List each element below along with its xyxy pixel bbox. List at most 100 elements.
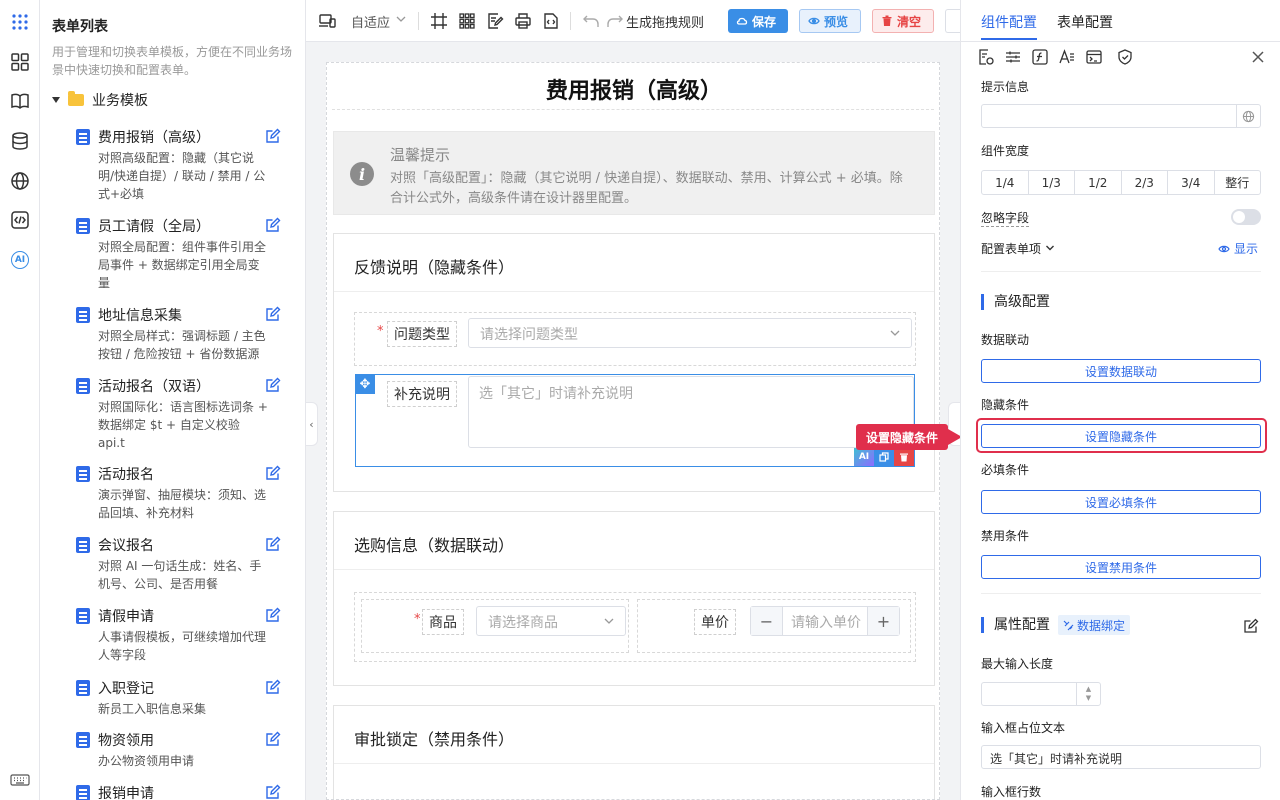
- list-item-desc: 对照高级配置：隐藏（其它说明/快递自提）/ 联动 / 禁用 / 公式+必填: [98, 151, 266, 201]
- grid-col-product[interactable]: * 商品 请选择商品: [361, 599, 629, 653]
- book-icon[interactable]: [8, 89, 32, 113]
- edit-icon[interactable]: [265, 217, 281, 233]
- edit-icon[interactable]: [1243, 618, 1259, 634]
- print-icon[interactable]: [514, 12, 532, 30]
- database-icon[interactable]: [8, 129, 32, 153]
- document-icon: [76, 608, 90, 624]
- components-icon[interactable]: [8, 50, 32, 74]
- ai-assist-button[interactable]: AI: [854, 448, 874, 466]
- generate-drag-rules-button[interactable]: 生成拖拽规则: [626, 12, 704, 31]
- close-icon[interactable]: [1249, 48, 1267, 66]
- placeholder-text-label: 输入框占位文本: [981, 721, 1066, 735]
- field-extra-notes-selected[interactable]: ✥ 补充说明 选「其它」时请补充说明 AI: [355, 374, 915, 467]
- device-icon[interactable]: [318, 12, 336, 30]
- undo-icon[interactable]: [582, 12, 600, 30]
- group-business-templates[interactable]: 业务模板: [52, 90, 148, 110]
- ai-icon[interactable]: AI: [11, 251, 29, 269]
- ignore-field-toggle[interactable]: [1231, 209, 1261, 225]
- edit-icon[interactable]: [265, 465, 281, 481]
- function-icon[interactable]: [1031, 48, 1049, 66]
- extra-notes-textarea[interactable]: 选「其它」时请补充说明: [468, 376, 914, 448]
- window-code-icon[interactable]: [1085, 48, 1103, 66]
- edit-icon[interactable]: [265, 679, 281, 695]
- caret-down-icon[interactable]: [52, 97, 60, 103]
- field-issue-type[interactable]: * 问题类型 请选择问题类型: [354, 312, 916, 366]
- edit-document-icon[interactable]: [486, 12, 504, 30]
- delete-button[interactable]: [894, 448, 914, 466]
- chevron-down-icon[interactable]: [395, 13, 407, 25]
- tab-component-config[interactable]: 组件配置: [981, 12, 1037, 32]
- grid-icon[interactable]: [458, 12, 476, 30]
- drag-move-icon[interactable]: ✥: [355, 374, 375, 394]
- section-feedback[interactable]: 反馈说明（隐藏条件） * 问题类型 请选择问题类型 ✥ 补充说明 选「其它」时请…: [333, 233, 935, 492]
- globe-icon[interactable]: [1236, 105, 1260, 127]
- apps-grid-icon[interactable]: [8, 10, 32, 34]
- grid-row-purchase[interactable]: * 商品 请选择商品 单价 − 请输入单价 +: [354, 592, 916, 662]
- edit-icon[interactable]: [265, 377, 281, 393]
- collapse-left-handle[interactable]: ‹: [306, 402, 318, 446]
- price-input-number[interactable]: − 请输入单价 +: [750, 606, 900, 636]
- edit-icon[interactable]: [265, 784, 281, 800]
- issue-type-select[interactable]: 请选择问题类型: [468, 318, 912, 348]
- data-binding-label: 数据绑定: [1077, 618, 1126, 633]
- set-required-condition-button[interactable]: 设置必填条件: [981, 490, 1261, 514]
- props-icon[interactable]: [977, 48, 995, 66]
- form-list-title: 表单列表: [52, 19, 108, 35]
- width-option-three-quarters[interactable]: 3/4: [1168, 171, 1215, 194]
- title-divider: [332, 109, 934, 110]
- width-option-half[interactable]: 1/2: [1075, 171, 1122, 194]
- edit-icon[interactable]: [265, 731, 281, 747]
- globe-icon[interactable]: [8, 169, 32, 193]
- edit-icon[interactable]: [265, 306, 281, 322]
- info-icon: i: [350, 162, 374, 186]
- grid-col-price[interactable]: 单价 − 请输入单价 +: [637, 599, 911, 653]
- text-style-icon[interactable]: [1058, 48, 1076, 66]
- width-option-third[interactable]: 1/3: [1029, 171, 1075, 194]
- width-option-two-thirds[interactable]: 2/3: [1122, 171, 1168, 194]
- section-approval-lock[interactable]: 审批锁定（禁用条件）: [333, 705, 935, 799]
- tip-alert[interactable]: i 温馨提示 对照「高级配置」：隐藏（其它说明 / 快递自提）、数据联动、禁用、…: [333, 131, 935, 215]
- json-icon[interactable]: [542, 12, 560, 30]
- sliders-icon[interactable]: [1004, 48, 1022, 66]
- price-placeholder[interactable]: 请输入单价: [783, 607, 867, 635]
- width-option-quarter[interactable]: 1/4: [982, 171, 1029, 194]
- minus-button[interactable]: −: [751, 607, 783, 635]
- stepper-up-icon[interactable]: ▲: [1086, 685, 1091, 694]
- tab-form-config[interactable]: 表单配置: [1057, 12, 1113, 32]
- zoom-select[interactable]: 自适应: [351, 12, 390, 31]
- keyboard-icon[interactable]: [8, 768, 32, 792]
- panel-divider: [981, 593, 1261, 594]
- section-purchase[interactable]: 选购信息（数据联动） * 商品 请选择商品 单价 − 请输入单价 +: [333, 511, 935, 686]
- redo-icon[interactable]: [606, 12, 624, 30]
- edit-icon[interactable]: [265, 607, 281, 623]
- edit-icon[interactable]: [265, 128, 281, 144]
- product-select[interactable]: 请选择商品: [476, 606, 626, 636]
- save-button[interactable]: 保存: [728, 9, 788, 33]
- width-option-full[interactable]: 整行: [1215, 171, 1261, 194]
- stepper-arrows[interactable]: ▲ ▼: [1076, 683, 1100, 705]
- config-items-toggle[interactable]: 配置表单项: [981, 240, 1055, 257]
- show-link[interactable]: 显示: [1218, 240, 1258, 257]
- toolbar-divider: [570, 12, 571, 30]
- shield-icon[interactable]: [1116, 48, 1134, 66]
- stepper-down-icon[interactable]: ▼: [1086, 694, 1091, 703]
- copy-button[interactable]: [874, 448, 894, 466]
- preview-button[interactable]: 预览: [799, 9, 861, 33]
- edit-icon[interactable]: [265, 536, 281, 552]
- frame-icon[interactable]: [430, 12, 448, 30]
- hint-input[interactable]: [981, 104, 1261, 128]
- set-linkage-button[interactable]: 设置数据联动: [981, 359, 1261, 383]
- data-binding-badge[interactable]: 数据绑定: [1058, 615, 1131, 635]
- clear-button[interactable]: 清空: [872, 9, 934, 33]
- preview-label: 预览: [824, 14, 849, 29]
- code-icon[interactable]: [8, 208, 32, 232]
- plus-button[interactable]: +: [867, 607, 899, 635]
- placeholder-text-input[interactable]: 选「其它」时请补充说明: [981, 745, 1261, 769]
- hidden-condition-label: 隐藏条件: [981, 398, 1030, 412]
- set-disabled-condition-button[interactable]: 设置禁用条件: [981, 555, 1261, 579]
- width-segmented[interactable]: 1/4 1/3 1/2 2/3 3/4 整行: [981, 170, 1261, 195]
- document-icon: [76, 218, 90, 234]
- list-item-desc: 演示弹窗、抽屉模块：须知、选品回填、补充材料: [98, 488, 267, 520]
- max-length-input[interactable]: ▲ ▼: [981, 682, 1101, 706]
- form-title[interactable]: 费用报销（高级）: [327, 73, 939, 105]
